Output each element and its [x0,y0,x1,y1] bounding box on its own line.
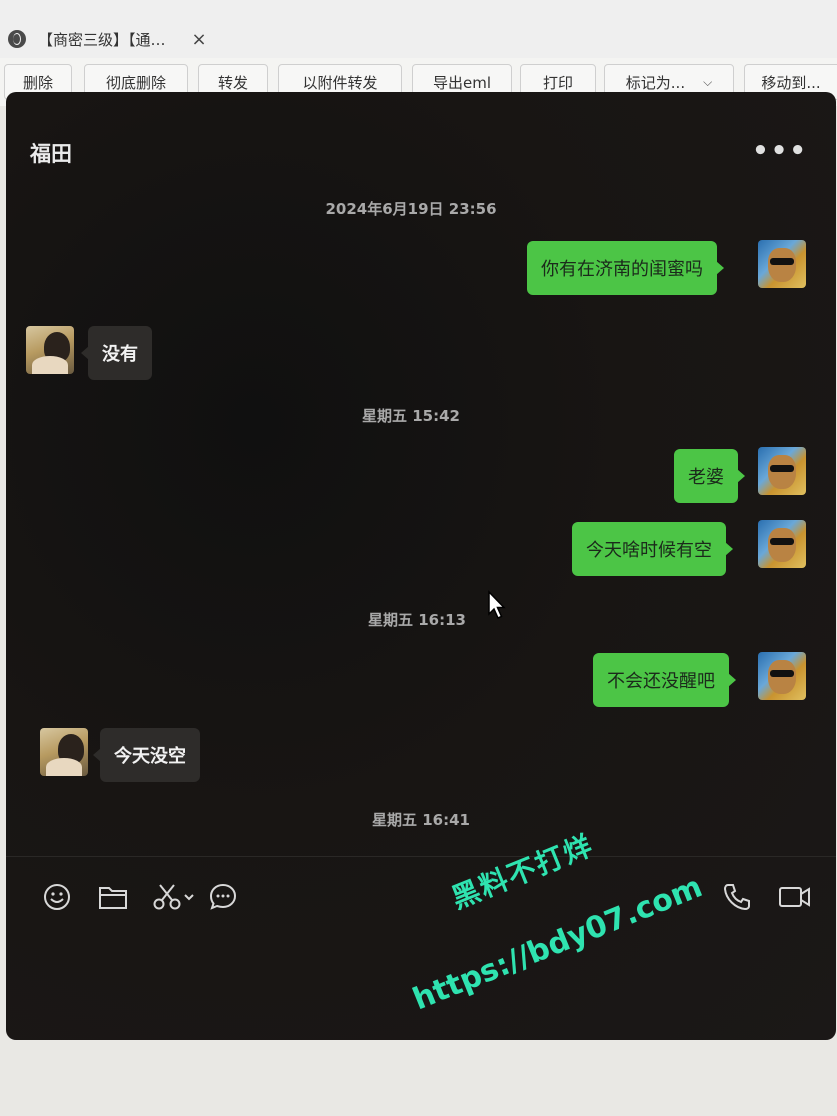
timestamp: 星期五 16:41 [372,811,470,829]
mark-as-label: 标记为... [625,73,686,92]
mouse-cursor-icon [488,590,506,619]
chat-window: 福田 ••• 2024年6月19日 23:56 你有在济南的闺蜜吗 没有 星期五… [6,92,836,1040]
outgoing-message[interactable]: 不会还没醒吧 [593,653,736,707]
timestamp: 2024年6月19日 23:56 [325,200,497,218]
incoming-message[interactable]: 没有 [81,326,152,380]
input-divider [6,856,836,857]
folder-icon[interactable] [98,884,128,910]
tab-close-icon[interactable]: × [192,29,207,50]
outgoing-message[interactable]: 你有在济南的闺蜜吗 [527,241,724,295]
my-avatar[interactable] [758,447,806,495]
video-icon[interactable] [778,884,812,910]
contact-avatar[interactable] [40,728,88,776]
chevron-down-icon: ⌵ [703,74,713,89]
chat-bubble-icon[interactable] [208,882,238,912]
globe-icon [8,30,26,48]
scissors-icon[interactable] [152,882,198,912]
my-avatar[interactable] [758,652,806,700]
more-options-icon[interactable]: ••• [752,136,808,166]
outgoing-message[interactable]: 老婆 [674,449,745,503]
browser-tab-bar: 【商密三级】【通… × [0,0,837,58]
emoji-icon[interactable] [42,882,72,912]
timestamp: 星期五 16:13 [368,611,466,629]
browser-tab[interactable]: 【商密三级】【通… × [0,20,260,58]
phone-icon[interactable] [722,882,752,912]
chat-contact-name: 福田 [30,142,72,166]
my-avatar[interactable] [758,520,806,568]
contact-avatar[interactable] [26,326,74,374]
outgoing-message[interactable]: 今天啥时候有空 [572,522,733,576]
timestamp: 星期五 15:42 [362,407,460,425]
my-avatar[interactable] [758,240,806,288]
tab-title: 【商密三级】【通… [38,30,166,49]
incoming-message[interactable]: 今天没空 [93,728,200,782]
